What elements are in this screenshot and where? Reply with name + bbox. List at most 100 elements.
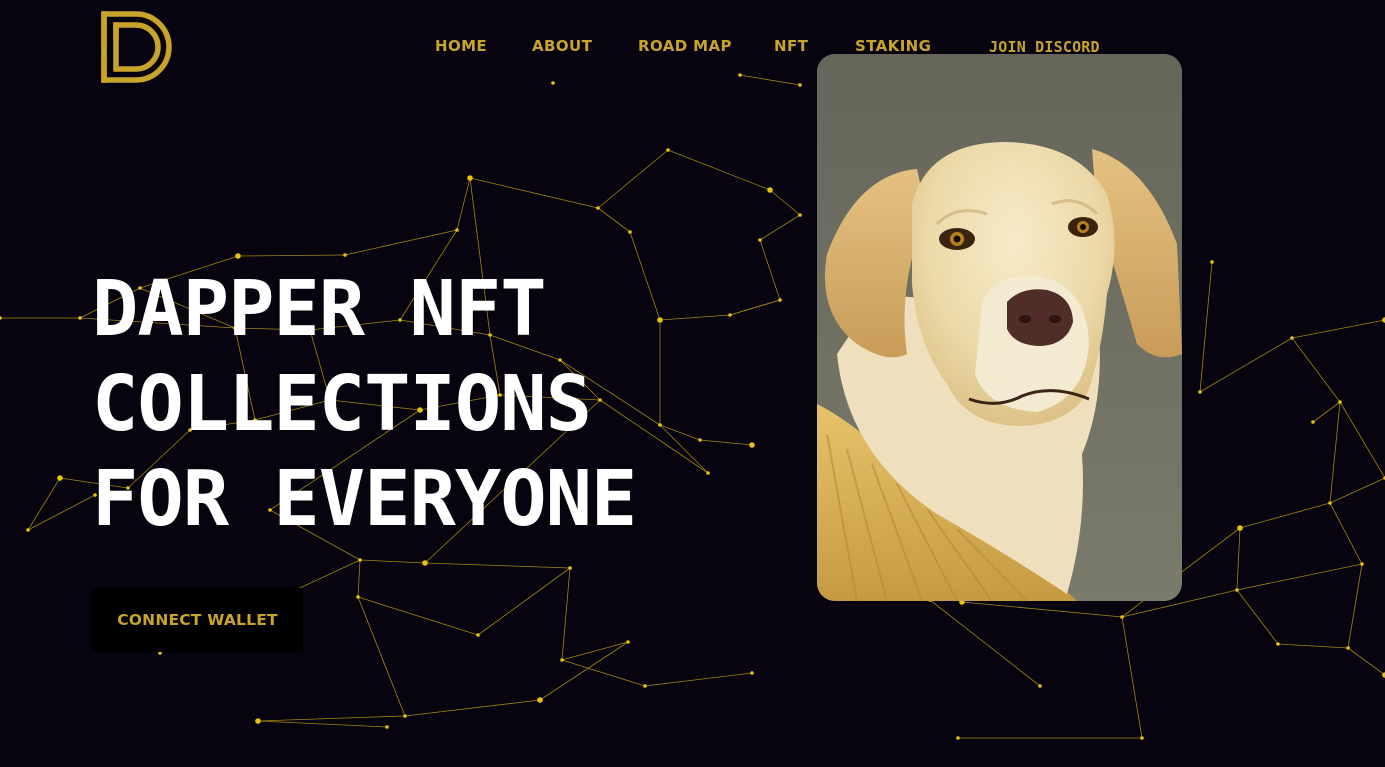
network-dot (455, 228, 459, 232)
network-dot (1198, 390, 1202, 394)
network-line (561, 641, 629, 661)
network-line (257, 720, 388, 728)
network-line (1121, 616, 1143, 739)
network-dot (706, 471, 710, 475)
hero-title-line-2: COLLECTIONS (92, 360, 592, 449)
network-dot (657, 317, 663, 323)
network-line (1329, 401, 1341, 504)
network-dot (658, 423, 662, 427)
network-dot (356, 595, 360, 599)
network-dot (568, 566, 572, 570)
network-dot (467, 175, 473, 181)
network-line (659, 424, 709, 474)
network-line (699, 439, 753, 446)
network-line (424, 562, 571, 569)
network-line (404, 699, 541, 717)
network-line (1199, 337, 1293, 393)
network-dot (749, 442, 755, 448)
network-line (27, 494, 96, 531)
network-dot (1237, 525, 1243, 531)
nft-card (817, 54, 1182, 601)
network-line (539, 641, 629, 701)
network-line (344, 229, 458, 256)
network-dot (758, 238, 762, 242)
network-line (1291, 337, 1341, 403)
network-dot (1235, 588, 1239, 592)
network-line (357, 559, 361, 598)
nav-about[interactable]: ABOUT (532, 37, 592, 55)
network-dot (403, 714, 407, 718)
network-dot (728, 313, 732, 317)
network-dot (26, 528, 30, 532)
network-dot (626, 640, 630, 644)
network-dot (1338, 400, 1342, 404)
network-dot (422, 560, 428, 566)
network-dot (476, 633, 480, 637)
network-line (477, 567, 571, 636)
network-dot (767, 187, 773, 193)
network-line (1236, 589, 1279, 645)
network-line (1236, 527, 1241, 591)
network-line (456, 177, 471, 231)
network-line (357, 596, 479, 636)
network-dot (1290, 336, 1294, 340)
network-line (1339, 401, 1385, 479)
network-line (659, 314, 731, 321)
network-line (597, 207, 631, 233)
network-line (1291, 319, 1385, 339)
network-line (961, 601, 1123, 618)
network-dot (1311, 420, 1315, 424)
network-dot (643, 684, 647, 688)
network-dot (255, 718, 261, 724)
network-dot (596, 206, 600, 210)
network-dot (778, 298, 782, 302)
network-dot (1210, 260, 1214, 264)
network-dot (537, 697, 543, 703)
network-line (561, 567, 571, 661)
network-dot (666, 148, 670, 152)
network-dot (1328, 501, 1332, 505)
connect-wallet-button[interactable]: CONNECT WALLET (92, 588, 303, 652)
network-dot (698, 438, 702, 442)
network-dot (750, 671, 754, 675)
network-line (27, 477, 61, 531)
network-dot (1346, 646, 1350, 650)
network-line (1347, 647, 1385, 676)
network-line (1347, 563, 1363, 649)
network-line (1329, 477, 1385, 504)
labrador-dog-portrait-image (817, 54, 1182, 601)
network-line (359, 559, 426, 564)
network-line (1277, 643, 1349, 649)
network-line (759, 214, 801, 241)
network-dot (1038, 684, 1042, 688)
network-dot (385, 725, 389, 729)
network-line (561, 659, 646, 687)
network-line (729, 299, 781, 316)
network-line (1329, 502, 1363, 565)
network-dot (1120, 615, 1124, 619)
nav-home[interactable]: HOME (435, 37, 487, 55)
network-line (1239, 502, 1331, 529)
network-line (469, 177, 599, 209)
hero-title: DAPPER NFT COLLECTIONS FOR EVERYONE (92, 262, 637, 547)
network-line (644, 672, 753, 687)
network-dot (57, 475, 63, 481)
hero-title-line-3: FOR EVERYONE (92, 455, 637, 544)
network-dot (560, 658, 564, 662)
network-line (667, 149, 771, 191)
network-dot (78, 316, 82, 320)
nav-nft[interactable]: NFT (774, 37, 808, 55)
network-line (597, 149, 669, 209)
nav-road-map[interactable]: ROAD MAP (638, 37, 732, 55)
network-line (357, 596, 406, 717)
network-line (929, 599, 1041, 687)
dapper-d-logo-icon[interactable] (98, 10, 178, 84)
network-line (769, 189, 801, 216)
network-dot (235, 253, 241, 259)
nav-staking[interactable]: STAKING (855, 37, 931, 55)
network-dot (1360, 562, 1364, 566)
network-dot (1140, 736, 1144, 740)
network-line (1312, 401, 1341, 423)
network-line (237, 254, 346, 257)
network-line (1199, 261, 1213, 393)
